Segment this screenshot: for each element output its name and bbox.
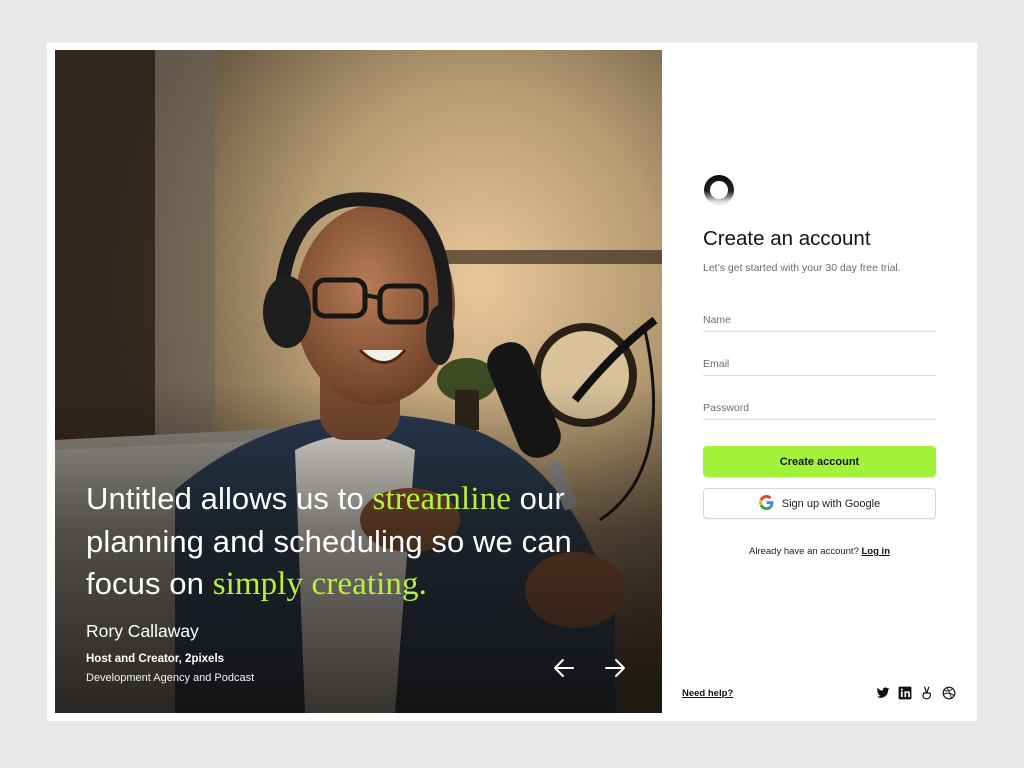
signup-card: Untitled allows us to streamline our pla… bbox=[47, 43, 977, 721]
angellist-icon[interactable] bbox=[920, 686, 934, 700]
ring-logo-icon bbox=[702, 173, 736, 207]
google-button-label: Sign up with Google bbox=[781, 497, 881, 510]
login-prompt-text: Already have an account? bbox=[749, 546, 859, 557]
quote-highlight-2: simply creating. bbox=[212, 566, 427, 602]
twitter-icon[interactable] bbox=[876, 686, 890, 700]
arrow-left-icon[interactable] bbox=[552, 656, 576, 680]
login-prompt: Already have an account? Log in bbox=[703, 546, 936, 557]
google-signup-button[interactable]: Sign up with Google bbox=[703, 488, 936, 519]
testimonial-quote: Untitled allows us to streamline our pla… bbox=[86, 478, 586, 606]
name-field-wrapper bbox=[703, 302, 936, 332]
page-subtitle: Let’s get started with your 30 day free … bbox=[703, 262, 901, 274]
password-field[interactable] bbox=[703, 390, 936, 419]
email-field-wrapper bbox=[703, 346, 936, 376]
name-field[interactable] bbox=[703, 302, 936, 331]
linkedin-icon[interactable] bbox=[898, 686, 912, 700]
need-help-link[interactable]: Need help? bbox=[682, 688, 733, 699]
author-org: Development Agency and Podcast bbox=[86, 672, 255, 684]
dribbble-icon[interactable] bbox=[942, 686, 956, 700]
author-name: Rory Callaway bbox=[86, 621, 199, 641]
google-icon bbox=[758, 494, 774, 513]
password-field-wrapper bbox=[703, 390, 936, 420]
page-title: Create an account bbox=[703, 227, 871, 250]
arrow-right-icon[interactable] bbox=[603, 656, 627, 680]
hero-panel: Untitled allows us to streamline our pla… bbox=[55, 50, 662, 713]
login-link[interactable]: Log in bbox=[862, 546, 891, 557]
author-role: Host and Creator, 2pixels bbox=[86, 653, 225, 665]
quote-highlight-1: streamline bbox=[372, 481, 511, 517]
quote-text-1: Untitled allows us to bbox=[86, 481, 373, 516]
email-field[interactable] bbox=[703, 346, 936, 375]
create-account-button[interactable]: Create account bbox=[703, 446, 936, 477]
social-links bbox=[876, 686, 956, 700]
